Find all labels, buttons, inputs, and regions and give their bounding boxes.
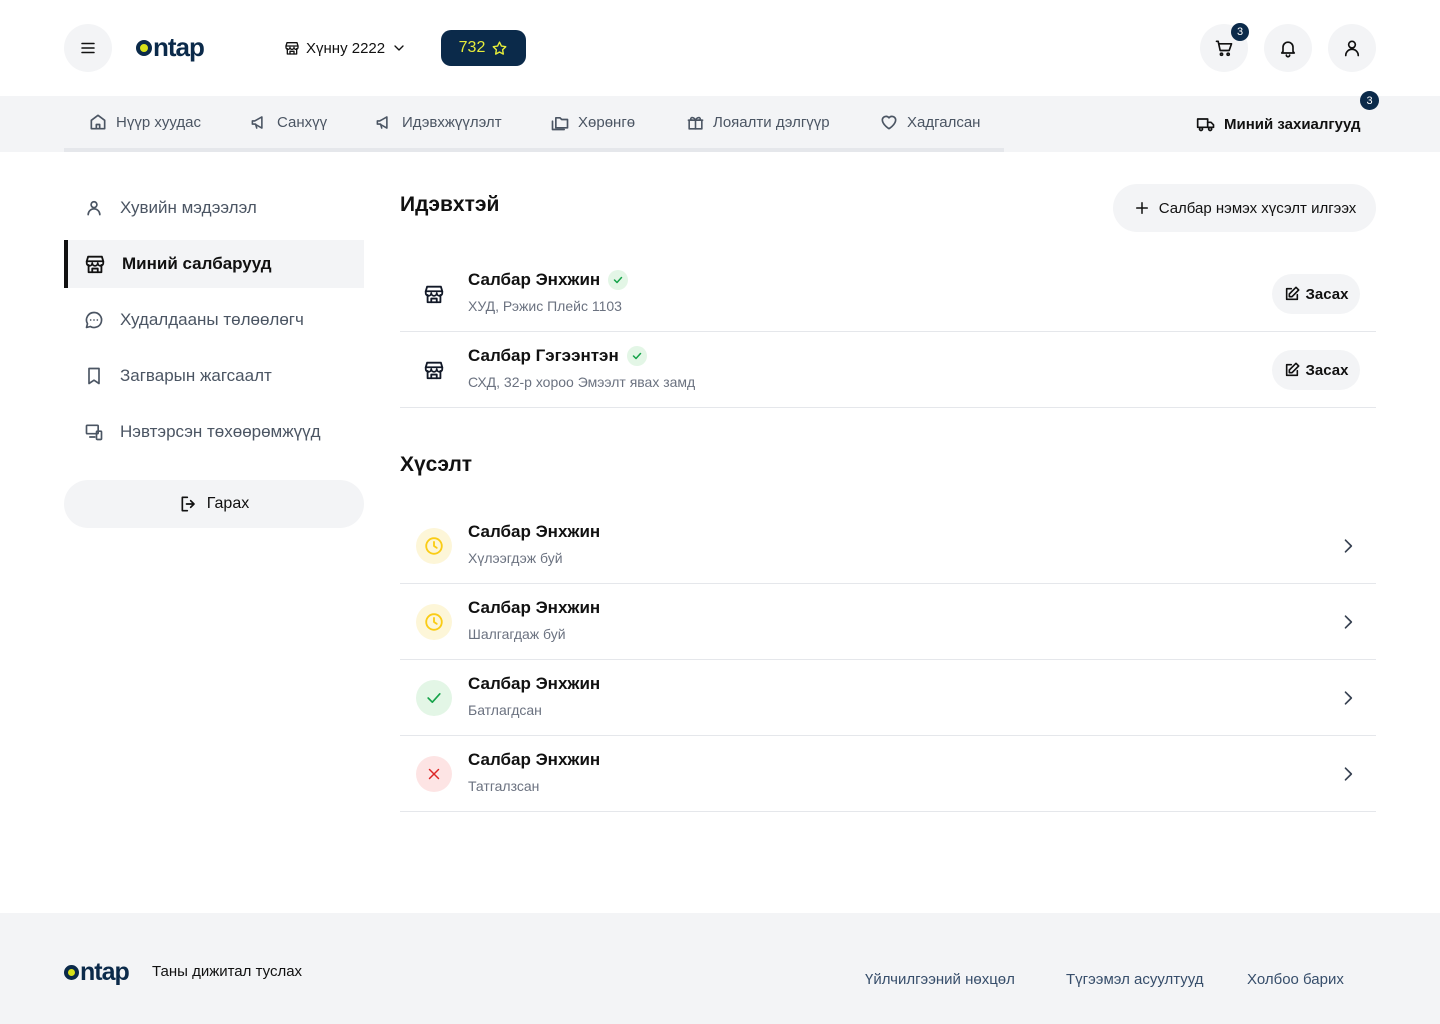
chevron-right-icon: [1338, 688, 1358, 708]
home-icon: [88, 112, 108, 132]
points-value: 732: [458, 39, 486, 56]
cart-icon: [1214, 38, 1234, 58]
store-icon: [416, 352, 452, 388]
bell-icon: [1278, 38, 1298, 58]
sidebar-item-my-branches[interactable]: Миний салбарууд: [64, 240, 364, 288]
sidebar-item-sales-rep[interactable]: Худалдааны төлөөлөгч: [64, 296, 364, 344]
hamburger-icon: [79, 39, 97, 57]
active-section-title: Идэвхтэй: [400, 193, 500, 216]
nav-item-assets[interactable]: Хөрөнгө: [550, 110, 635, 134]
chevron-right-icon: [1338, 536, 1358, 556]
request-status: Хүлээгдэж буй: [468, 550, 563, 566]
request-row[interactable]: Салбар Энхжин Шалгагдаж буй: [400, 584, 1376, 660]
close-icon: [416, 756, 452, 792]
request-branch-name: Салбар Энхжин: [468, 522, 601, 541]
branch-row: Салбар Гэгээнтэн СХД, 32-р хороо Эмээлт …: [400, 332, 1376, 408]
branch-selector[interactable]: Хүнну 2222: [284, 36, 407, 60]
star-icon: [491, 40, 508, 57]
branch-name: Хүнну 2222: [306, 39, 386, 57]
nav-item-finance[interactable]: Санхүү: [250, 110, 327, 134]
request-row[interactable]: Салбар Энхжин Хүлээгдэж буй: [400, 508, 1376, 584]
footer-logo[interactable]: ntap: [64, 958, 130, 987]
check-icon: [416, 680, 452, 716]
top-header: ntap Хүнну 2222 732 3: [0, 0, 1440, 96]
footer-tagline: Таны дижитал туслах: [152, 963, 303, 980]
request-status: Батлагдсан: [468, 702, 542, 718]
request-status: Шалгагдаж буй: [468, 626, 566, 642]
verified-check-icon: [626, 346, 647, 366]
notifications-button[interactable]: [1264, 24, 1312, 72]
footer-link-contact[interactable]: Холбоо барих: [1247, 971, 1344, 988]
edit-branch-button[interactable]: Засах: [1272, 274, 1360, 314]
nav-item-home[interactable]: Нүүр хуудас: [88, 110, 201, 134]
logout-button[interactable]: Гарах: [64, 480, 364, 528]
branch-address: ХУД, Рэжис Плейс 1103: [468, 298, 622, 314]
clock-icon: [416, 528, 452, 564]
edit-icon: [1284, 362, 1300, 378]
branch-name: Салбар Энхжин: [468, 270, 629, 290]
request-branch-name: Салбар Энхжин: [468, 598, 601, 617]
verified-check-icon: [608, 270, 629, 290]
sidebar-item-personal-info[interactable]: Хувийн мэдээлэл: [64, 184, 364, 232]
chevron-right-icon: [1338, 612, 1358, 632]
footer-link-faq[interactable]: Түгээмэл асуултууд: [1066, 971, 1204, 988]
orders-count-badge: 3: [1360, 91, 1379, 110]
logo-mark: [136, 39, 152, 56]
edit-branch-button[interactable]: Засах: [1272, 350, 1360, 390]
chevron-right-icon: [1338, 764, 1358, 784]
logo[interactable]: ntap: [136, 32, 205, 63]
nav-item-activation[interactable]: Идэвхжүүлэлт: [375, 110, 502, 134]
sidebar-item-logged-in-devices[interactable]: Нэвтэрсэн төхөөрөмжүүд: [64, 408, 364, 456]
sidebar-item-template-list[interactable]: Загварын жагсаалт: [64, 352, 364, 400]
nav-divider: [64, 148, 1004, 152]
footer-link-terms[interactable]: Үйлчилгээний нөхцөл: [865, 971, 1015, 988]
truck-icon: [1196, 114, 1216, 134]
bookmark-icon: [84, 366, 104, 386]
chat-icon: [84, 310, 104, 330]
store-icon: [84, 253, 106, 275]
cart-count-badge: 3: [1231, 23, 1249, 41]
cart-button[interactable]: 3: [1200, 23, 1249, 72]
request-branch-name: Салбар Энхжин: [468, 674, 601, 693]
nav-item-loyalty-store[interactable]: Лояалти дэлгүүр: [686, 110, 830, 134]
profile-button[interactable]: [1328, 24, 1376, 72]
request-branch-name: Салбар Энхжин: [468, 750, 601, 769]
logo-mark: [64, 965, 79, 980]
heart-icon: [879, 112, 899, 132]
folders-icon: [550, 112, 570, 132]
request-status: Татгалзсан: [468, 778, 540, 794]
plus-icon: [1133, 199, 1151, 217]
edit-icon: [1284, 286, 1300, 302]
megaphone-icon: [375, 113, 394, 132]
logout-icon: [179, 494, 199, 514]
branch-address: СХД, 32-р хороо Эмээлт явах замд: [468, 374, 696, 390]
user-icon: [1342, 38, 1362, 58]
request-row[interactable]: Салбар Энхжин Батлагдсан: [400, 660, 1376, 736]
my-orders-link[interactable]: Миний захиалгууд: [1196, 114, 1361, 134]
menu-button[interactable]: [64, 24, 112, 72]
store-icon: [416, 276, 452, 312]
devices-icon: [84, 422, 104, 442]
request-row[interactable]: Салбар Энхжин Татгалзсан: [400, 736, 1376, 812]
clock-icon: [416, 604, 452, 640]
branch-row: Салбар Энхжин ХУД, Рэжис Плейс 1103 Заса…: [400, 256, 1376, 332]
gift-icon: [686, 113, 705, 132]
requests-section-title: Хүсэлт: [400, 453, 473, 476]
branch-name: Салбар Гэгээнтэн: [468, 346, 647, 366]
megaphone-icon: [250, 113, 269, 132]
points-badge[interactable]: 732: [441, 30, 526, 66]
add-branch-request-button[interactable]: Салбар нэмэх хүсэлт илгээх: [1113, 184, 1376, 232]
nav-item-saved[interactable]: Хадгалсан: [879, 110, 980, 134]
store-icon: [284, 40, 300, 56]
user-icon: [84, 198, 104, 218]
chevron-down-icon: [391, 40, 407, 56]
